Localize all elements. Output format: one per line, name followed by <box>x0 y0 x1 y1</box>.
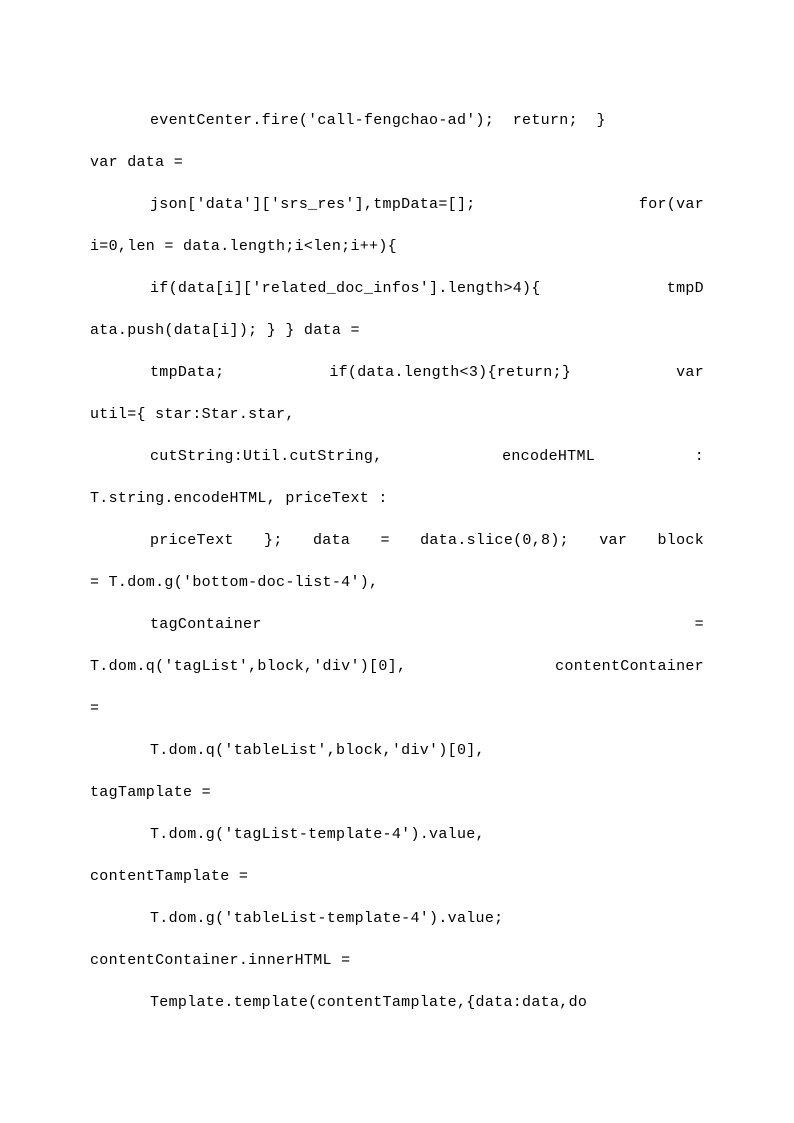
code-line: i=0,len = data.length;i<len;i++){ <box>90 226 704 268</box>
code-line: T.dom.q('tableList',block,'div')[0], <box>90 730 704 772</box>
code-line: eventCenter.fire('call-fengchao-ad'); re… <box>90 100 704 142</box>
document-page: eventCenter.fire('call-fengchao-ad'); re… <box>0 0 794 1123</box>
code-line: ata.push(data[i]); } } data = <box>90 310 704 352</box>
code-line: cutString:Util.cutString, encodeHTML : <box>90 436 704 478</box>
code-line: tagContainer = <box>90 604 704 646</box>
code-line: Template.template(contentTamplate,{data:… <box>90 982 704 1024</box>
code-line: tmpData; if(data.length<3){return;} var <box>90 352 704 394</box>
code-line: json['data']['srs_res'],tmpData=[]; for(… <box>90 184 704 226</box>
code-line: tagTamplate = <box>90 772 704 814</box>
code-line: T.dom.q('tagList',block,'div')[0], conte… <box>90 646 704 688</box>
code-line: T.dom.g('tagList-template-4').value, <box>90 814 704 856</box>
code-line: = T.dom.g('bottom-doc-list-4'), <box>90 562 704 604</box>
code-line: = <box>90 688 704 730</box>
code-line: if(data[i]['related_doc_infos'].length>4… <box>90 268 704 310</box>
code-line: var data = <box>90 142 704 184</box>
code-line: util={ star:Star.star, <box>90 394 704 436</box>
code-line: T.string.encodeHTML, priceText : <box>90 478 704 520</box>
code-line: contentContainer.innerHTML = <box>90 940 704 982</box>
code-block: eventCenter.fire('call-fengchao-ad'); re… <box>90 100 704 1024</box>
code-line: contentTamplate = <box>90 856 704 898</box>
code-line: T.dom.g('tableList-template-4').value; <box>90 898 704 940</box>
code-line: priceText }; data = data.slice(0,8); var… <box>90 520 704 562</box>
